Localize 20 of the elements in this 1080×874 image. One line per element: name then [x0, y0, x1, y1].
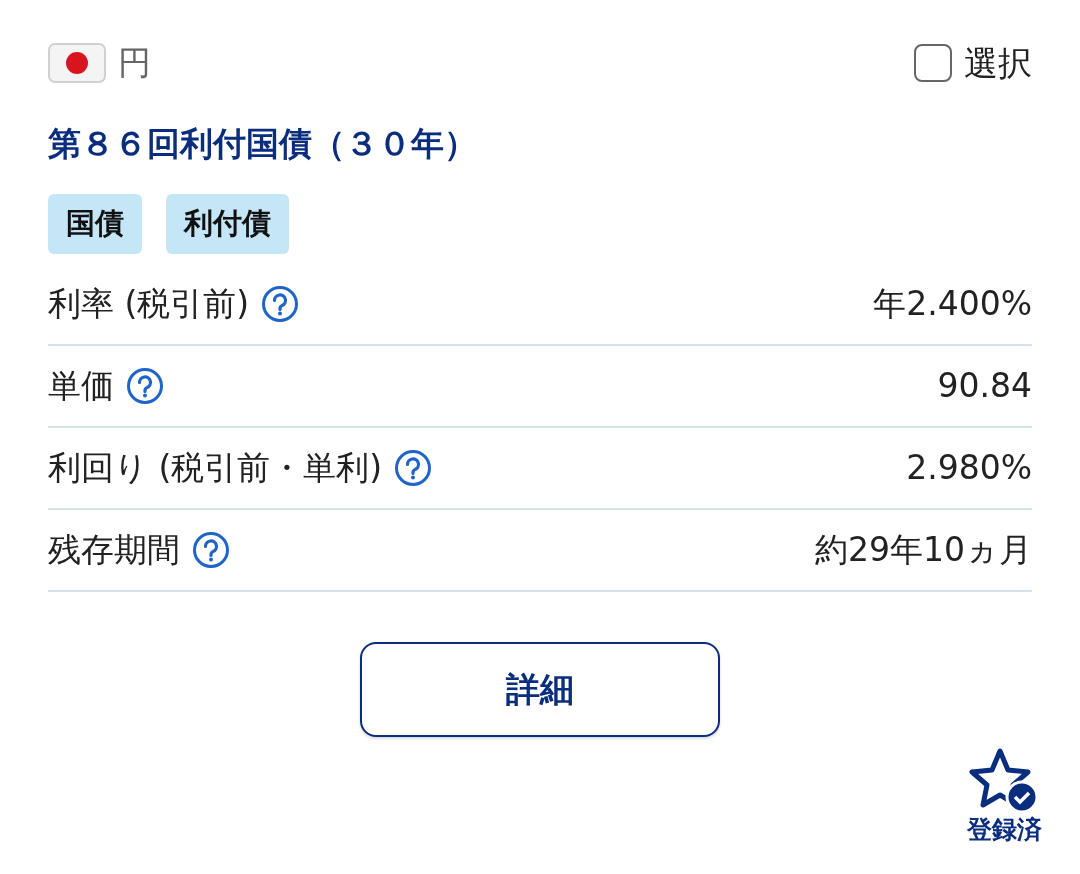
row-value: 90.84 — [937, 365, 1032, 408]
japan-flag-icon — [48, 43, 106, 83]
favorite-button[interactable]: 登録済 — [966, 747, 1042, 845]
detail-button[interactable]: 詳細 — [360, 642, 720, 737]
help-icon[interactable] — [261, 285, 300, 323]
row-value: 年2.400% — [873, 283, 1032, 326]
currency-label: 円 — [118, 42, 151, 85]
row-label: 利率 (税引前) — [48, 283, 250, 326]
row-value: 2.980% — [906, 447, 1032, 490]
tag: 国債 — [48, 194, 142, 254]
tag: 利付債 — [166, 194, 289, 254]
help-icon[interactable] — [126, 367, 164, 405]
help-icon[interactable] — [192, 531, 230, 569]
row-value: 約29年10ヵ月 — [815, 529, 1032, 572]
row-label: 単価 — [48, 365, 114, 408]
row-label: 残存期間 — [48, 529, 180, 572]
help-icon[interactable] — [394, 449, 433, 487]
select-checkbox[interactable]: 選択 — [914, 37, 1032, 89]
bond-title: 第８６回利付国債（３０年） — [48, 123, 478, 165]
row-label: 利回り (税引前・単利) — [48, 447, 383, 490]
